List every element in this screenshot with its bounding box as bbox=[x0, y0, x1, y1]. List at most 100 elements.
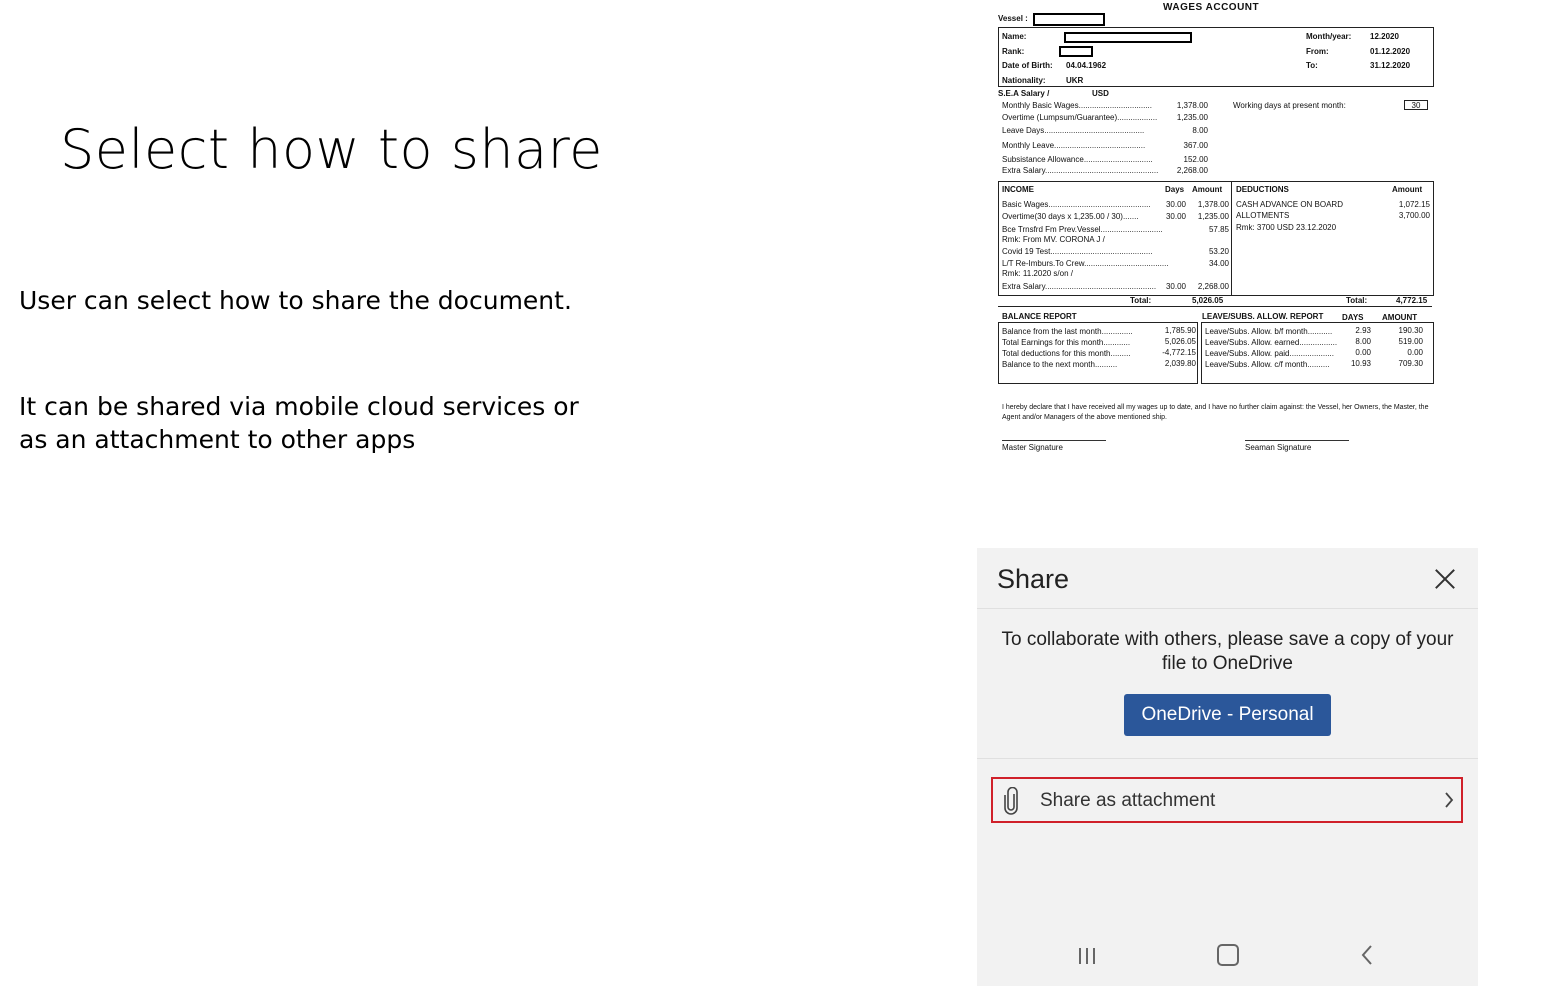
balance-row-label: Total deductions for this month......... bbox=[1002, 349, 1131, 358]
deductions-box bbox=[1231, 181, 1434, 296]
declaration-text: I hereby declare that I have received al… bbox=[1002, 404, 1429, 421]
balance-row-value: 1,785.90 bbox=[1164, 326, 1196, 335]
close-icon[interactable] bbox=[1432, 566, 1458, 592]
deduction-row-amount: 1,072.15 bbox=[1398, 200, 1430, 209]
income-row-label: Basic Wages.............................… bbox=[1002, 200, 1151, 209]
onedrive-personal-button[interactable]: OneDrive - Personal bbox=[1124, 694, 1331, 736]
leave-row-days: 8.00 bbox=[1355, 337, 1371, 346]
share-as-attachment-label: Share as attachment bbox=[1040, 790, 1216, 811]
leave-row-label: Leave/Subs. Allow. earned...............… bbox=[1205, 338, 1338, 347]
leave-row-label: Leave/Subs. Allow. paid.................… bbox=[1205, 349, 1334, 358]
master-signature-label: Master Signature bbox=[1002, 443, 1063, 452]
income-header: INCOME bbox=[1002, 185, 1034, 194]
deduction-row-amount: 3,700.00 bbox=[1398, 211, 1430, 220]
leave-row-amount: 709.30 bbox=[1398, 359, 1423, 368]
salary-row-value: 8.00 bbox=[1192, 126, 1208, 135]
from-label: From: bbox=[1306, 47, 1329, 56]
leave-row-amount: 190.30 bbox=[1398, 326, 1423, 335]
salary-row-label: Subsistance Allowance...................… bbox=[1002, 155, 1153, 164]
salary-row-value: 2,268.00 bbox=[1176, 166, 1208, 175]
balance-row-label: Balance from the last month.............… bbox=[1002, 327, 1133, 336]
rank-label: Rank: bbox=[1002, 47, 1025, 56]
leave-row-amount: 519.00 bbox=[1398, 337, 1423, 346]
divider bbox=[977, 758, 1478, 759]
to-value: 31.12.2020 bbox=[1370, 61, 1411, 70]
salary-row-value: 1,235.00 bbox=[1176, 113, 1208, 122]
income-row-days: 30.00 bbox=[1165, 200, 1186, 209]
amount-header: Amount bbox=[1192, 185, 1223, 194]
redaction-box bbox=[1064, 32, 1192, 43]
from-value: 01.12.2020 bbox=[1370, 47, 1411, 56]
nationality-label: Nationality: bbox=[1002, 76, 1046, 85]
balance-row-value: 5,026.05 bbox=[1164, 337, 1196, 346]
total-divider bbox=[998, 306, 1432, 307]
balance-row-value: 2,039.80 bbox=[1164, 359, 1196, 368]
income-row-label: Rmk: From MV. CORONA J / bbox=[1002, 235, 1105, 244]
home-icon[interactable] bbox=[1217, 944, 1239, 966]
name-label: Name: bbox=[1002, 32, 1027, 41]
days-header: Days bbox=[1165, 185, 1185, 194]
leave-amount-header: AMOUNT bbox=[1382, 313, 1418, 322]
balance-row-label: Total Earnings for this month...........… bbox=[1002, 338, 1131, 347]
balance-header: BALANCE REPORT bbox=[1002, 312, 1077, 321]
income-row-amount: 34.00 bbox=[1208, 259, 1229, 268]
salary-label: S.E.A Salary / bbox=[998, 89, 1050, 98]
salary-row-label: Leave Days..............................… bbox=[1002, 126, 1145, 135]
salary-row-label: Overtime (Lumpsum/Guarantee)............… bbox=[1002, 113, 1158, 122]
currency: USD bbox=[1092, 89, 1109, 98]
back-icon[interactable] bbox=[1360, 944, 1374, 966]
income-row-label: Bce Trnsfrd Fm Prev.Vessel..............… bbox=[1002, 225, 1163, 234]
recent-apps-icon[interactable] bbox=[1077, 946, 1097, 966]
working-days-label: Working days at present month: bbox=[1233, 101, 1346, 110]
leave-row-label: Leave/Subs. Allow. c/f month.......... bbox=[1205, 360, 1330, 369]
dob-label: Date of Birth: bbox=[1002, 61, 1053, 70]
salary-row-label: Extra Salary............................… bbox=[1002, 166, 1159, 175]
deduction-row-label: Rmk: 3700 USD 23.12.2020 bbox=[1236, 223, 1337, 232]
slide-title: Select how to share bbox=[60, 118, 603, 181]
deduction-total-label: Total: bbox=[1346, 296, 1368, 305]
salary-row-value: 367.00 bbox=[1183, 141, 1208, 150]
android-nav-bar bbox=[977, 928, 1478, 986]
description-paragraph: User can select how to share the documen… bbox=[19, 286, 572, 315]
document-header: WAGES ACCOUNT bbox=[1163, 2, 1260, 13]
income-row-amount: 57.85 bbox=[1208, 225, 1229, 234]
income-row-label: Rmk: 11.2020 s/on / bbox=[1002, 269, 1073, 278]
income-row-label: Overtime(30 days x 1,235.00 / 30)....... bbox=[1002, 212, 1139, 221]
income-row-amount: 53.20 bbox=[1208, 247, 1229, 256]
seaman-signature-line bbox=[1245, 440, 1349, 441]
leave-row-days: 10.93 bbox=[1350, 359, 1371, 368]
share-panel: Share To collaborate with others, please… bbox=[977, 548, 1478, 986]
wages-document: WAGES ACCOUNT Vessel : Name: Rank: Date … bbox=[996, 0, 1436, 460]
month-value: 12.2020 bbox=[1370, 32, 1399, 41]
salary-row-label: Monthly Basic Wages.....................… bbox=[1002, 101, 1152, 110]
share-header: Share bbox=[977, 548, 1478, 609]
deduction-row-label: CASH ADVANCE ON BOARD bbox=[1236, 200, 1343, 209]
salary-row-value: 1,378.00 bbox=[1176, 101, 1208, 110]
deductions-amount-header: Amount bbox=[1392, 185, 1423, 194]
deduction-total: 4,772.15 bbox=[1396, 296, 1428, 305]
salary-row-value: 152.00 bbox=[1183, 155, 1208, 164]
deductions-header: DEDUCTIONS bbox=[1236, 185, 1289, 194]
income-row-amount: 2,268.00 bbox=[1197, 282, 1229, 291]
redaction-box bbox=[1059, 46, 1093, 57]
vessel-label: Vessel : bbox=[998, 14, 1028, 23]
month-label: Month/year: bbox=[1306, 32, 1352, 41]
leave-header: LEAVE/SUBS. ALLOW. REPORT bbox=[1202, 312, 1324, 321]
income-row-days: 30.00 bbox=[1165, 282, 1186, 291]
dob-value: 04.04.1962 bbox=[1066, 61, 1107, 70]
seaman-signature-label: Seaman Signature bbox=[1245, 443, 1312, 452]
income-row-label: L/T Re-Imburs.To Crew...................… bbox=[1002, 259, 1169, 268]
income-row-label: Extra Salary............................… bbox=[1002, 282, 1157, 291]
income-row-days: 30.00 bbox=[1165, 212, 1186, 221]
share-as-attachment-button[interactable]: Share as attachment bbox=[991, 777, 1463, 823]
deduction-row-label: ALLOTMENTS bbox=[1236, 211, 1290, 220]
leave-row-days: 2.93 bbox=[1355, 326, 1371, 335]
leave-row-label: Leave/Subs. Allow. b/f month........... bbox=[1205, 327, 1333, 336]
income-row-amount: 1,235.00 bbox=[1197, 212, 1229, 221]
master-signature-line bbox=[1002, 440, 1106, 441]
collaborate-message: To collaborate with others, please save … bbox=[1001, 629, 1454, 674]
balance-row-label: Balance to the next month.......... bbox=[1002, 360, 1118, 369]
leave-days-header: DAYS bbox=[1342, 313, 1364, 322]
balance-row-value: -4,772.15 bbox=[1162, 348, 1196, 357]
income-row-amount: 1,378.00 bbox=[1197, 200, 1229, 209]
